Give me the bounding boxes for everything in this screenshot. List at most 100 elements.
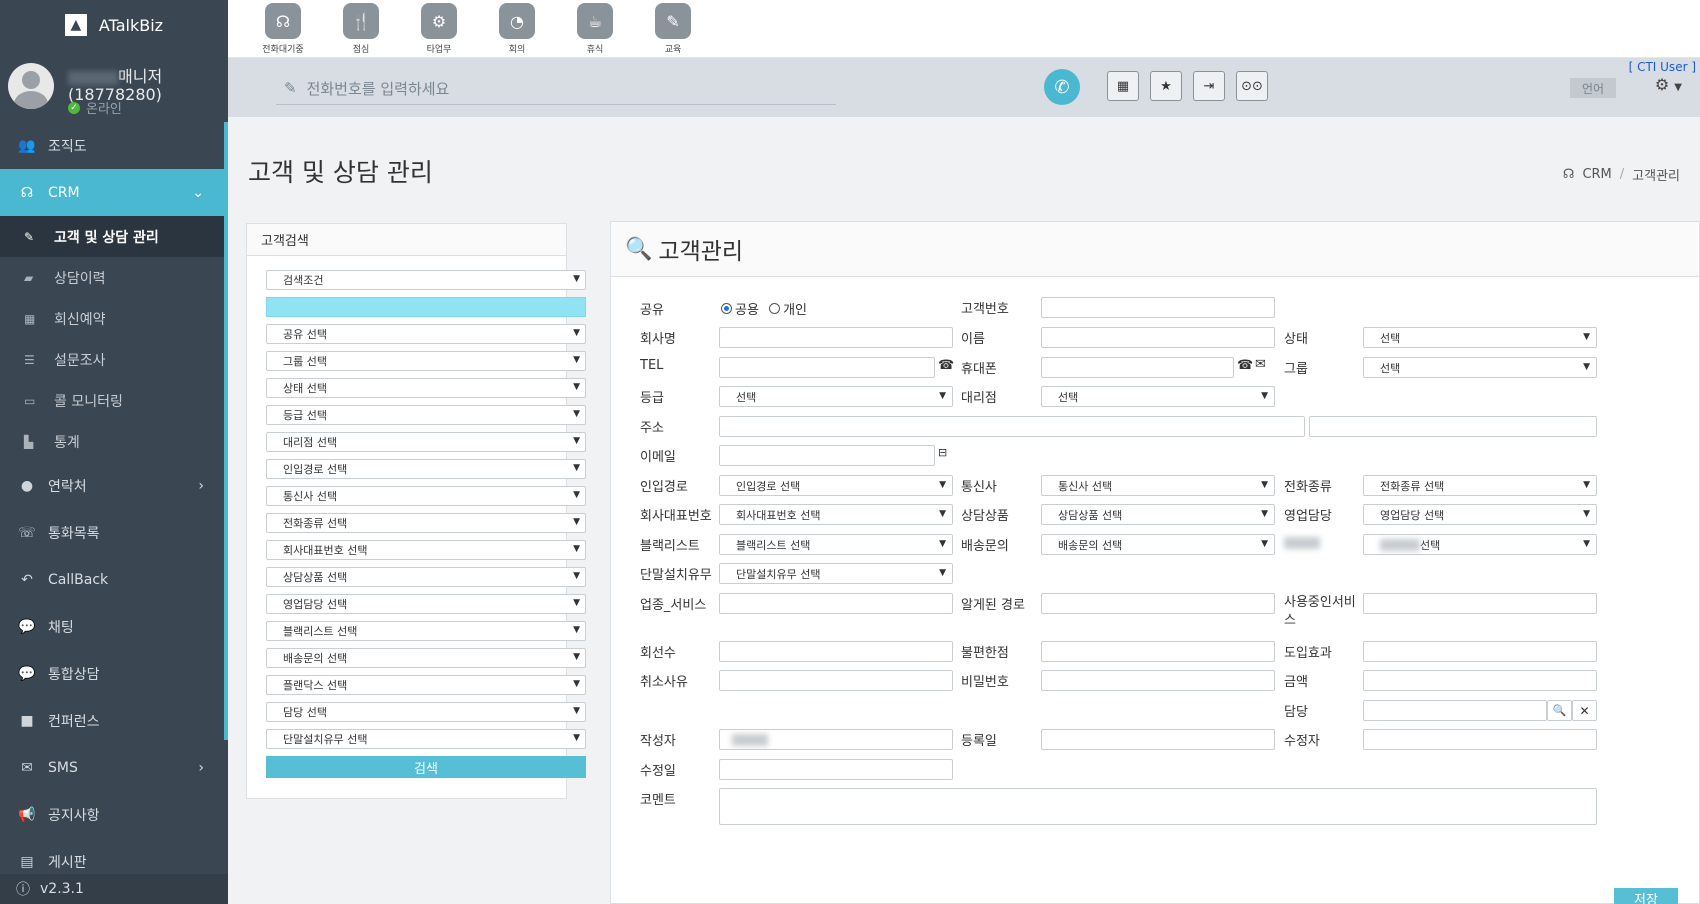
product-filter-select[interactable]: 상담상품 선택 ▼ — [266, 567, 586, 587]
group-select[interactable]: 선택 ▼ — [1363, 357, 1597, 378]
search-button[interactable]: 검색 — [266, 756, 586, 778]
sub-statistics[interactable]: ▙ 통계 — [0, 421, 224, 462]
inconvenience-input[interactable] — [1041, 641, 1275, 662]
nav-sms[interactable]: ✉ SMS › — [0, 744, 224, 791]
carrier-filter-select[interactable]: 통신사 선택 ▼ — [266, 486, 586, 506]
mod-date-input[interactable] — [719, 759, 953, 780]
carrier-select[interactable]: 통신사 선택 ▼ — [1041, 475, 1275, 496]
nav-crm[interactable]: ☊ CRM ⌄ — [0, 169, 224, 216]
cti-user-link[interactable]: [ CTI User ] — [1629, 60, 1696, 74]
company-rep-select[interactable]: 회사대표번호 선택 ▼ — [719, 504, 953, 525]
status-training-button[interactable]: ✎ 교육 — [634, 0, 712, 57]
known-route-input[interactable] — [1041, 593, 1275, 614]
inbox-icon[interactable]: ⊟ — [938, 446, 947, 459]
status-break-button[interactable]: ☕ 휴식 — [556, 0, 634, 57]
manager-filter-select[interactable]: 담당 선택 ▼ — [266, 702, 586, 722]
terminal-select[interactable]: 단말설치유무 선택 ▼ — [719, 563, 953, 584]
company-input[interactable] — [719, 327, 953, 348]
status-lunch-button[interactable]: 🍴 점심 — [322, 0, 400, 57]
phone-number-input[interactable]: ✎ 전화번호를 입력하세요 — [276, 72, 836, 105]
service-in-use-input[interactable] — [1363, 593, 1597, 614]
nav-chat[interactable]: 💬 채팅 — [0, 603, 224, 650]
blacklist-select[interactable]: 블랙리스트 선택 ▼ — [719, 534, 953, 555]
product-select[interactable]: 상담상품 선택 ▼ — [1041, 504, 1275, 525]
manager-search-button[interactable]: 🔍 — [1547, 700, 1572, 721]
sub-call-monitoring[interactable]: ▭ 콜 모니터링 — [0, 380, 224, 421]
share-private-radio[interactable]: 개인 — [769, 299, 807, 318]
sub-callback-reservation[interactable]: ▦ 회신예약 — [0, 298, 224, 339]
customer-no-input[interactable] — [1041, 297, 1275, 318]
tel-input[interactable] — [719, 357, 935, 378]
sub-consult-history[interactable]: ▰ 상담이력 — [0, 257, 224, 298]
manager-input[interactable] — [1363, 700, 1547, 721]
agency-select[interactable]: 선택 ▼ — [1041, 386, 1275, 407]
modifier-input[interactable] — [1363, 729, 1597, 750]
envelope-icon[interactable]: ✉ — [1255, 357, 1266, 372]
grade-filter-select[interactable]: 등급 선택 ▼ — [266, 405, 586, 425]
address-detail-input[interactable] — [1309, 416, 1597, 437]
favorite-button[interactable]: ★ — [1150, 71, 1182, 101]
share-public-radio[interactable]: 공용 — [721, 299, 759, 318]
transfer-button[interactable]: ⇥ — [1193, 71, 1225, 101]
amount-input[interactable] — [1363, 670, 1597, 691]
plandocs-filter-select[interactable]: 플랜닥스 선택 ▼ — [266, 675, 586, 695]
phone-icon[interactable]: ☎ — [1237, 358, 1253, 373]
effect-input[interactable] — [1363, 641, 1597, 662]
cancel-reason-input[interactable] — [719, 670, 953, 691]
call-button[interactable]: ✆ — [1044, 69, 1080, 105]
nav-contacts[interactable]: ● 연락처 › — [0, 462, 224, 509]
phone-icon[interactable]: ☎ — [938, 358, 954, 373]
phone-type-select[interactable]: 전화종류 선택 ▼ — [1363, 475, 1597, 496]
password-input[interactable] — [1041, 670, 1275, 691]
delivery-filter-select[interactable]: 배송문의 선택 ▼ — [266, 648, 586, 668]
settings-menu[interactable]: ⚙ ▼ — [1655, 75, 1682, 94]
redacted-select[interactable]: 선택 ▼ — [1363, 534, 1597, 555]
reg-date-input[interactable] — [1041, 729, 1275, 750]
group-filter-select[interactable]: 그룹 선택 ▼ — [266, 351, 586, 371]
sub-survey[interactable]: ☰ 설문조사 — [0, 339, 224, 380]
address-input[interactable] — [719, 416, 1305, 437]
email-input[interactable] — [719, 445, 935, 466]
sales-filter-select[interactable]: 영업담당 선택 ▼ — [266, 594, 586, 614]
agency-filter-select[interactable]: 대리점 선택 ▼ — [266, 432, 586, 452]
search-condition-select[interactable]: 검색조건 ▼ — [266, 270, 586, 290]
lines-input[interactable] — [719, 641, 953, 662]
status-other-work-button[interactable]: ⚙ 타업무 — [400, 0, 478, 57]
inbound-select[interactable]: 인입경로 선택 ▼ — [719, 475, 953, 496]
inbound-filter-select[interactable]: 인입경로 선택 ▼ — [266, 459, 586, 479]
phone-type-filter-select[interactable]: 전화종류 선택 ▼ — [266, 513, 586, 533]
manager-clear-button[interactable]: ✕ — [1572, 700, 1597, 721]
grade-select[interactable]: 선택 ▼ — [719, 386, 953, 407]
nav-org-chart[interactable]: 👥 조직도 — [0, 122, 224, 169]
language-button[interactable]: 언어 — [1570, 78, 1616, 98]
status-filter-select[interactable]: 상태 선택 ▼ — [266, 378, 586, 398]
nav-integrated-consult[interactable]: 💬 통합상담 — [0, 650, 224, 697]
mobile-input[interactable] — [1041, 357, 1234, 378]
status-waiting-button[interactable]: ☊ 전화대기중 — [244, 0, 322, 57]
sub-customer-management[interactable]: ✎ 고객 및 상담 관리 — [0, 216, 224, 257]
nav-callback[interactable]: ↶ CallBack — [0, 556, 224, 603]
company-rep-filter-select[interactable]: 회사대표번호 선택 ▼ — [266, 540, 586, 560]
share-filter-select[interactable]: 공유 선택 ▼ — [266, 324, 586, 344]
sales-select[interactable]: 영업담당 선택 ▼ — [1363, 504, 1597, 525]
search-keyword-input[interactable] — [266, 297, 586, 317]
status-meeting-button[interactable]: ◔ 회의 — [478, 0, 556, 57]
writer-input[interactable] — [719, 729, 953, 750]
industry-input[interactable] — [719, 593, 953, 614]
label-phone-type: 전화종류 — [1284, 480, 1332, 495]
status-select[interactable]: 선택 ▼ — [1363, 327, 1597, 348]
save-button[interactable]: 저장 — [1614, 888, 1678, 904]
terminal-filter-select[interactable]: 단말설치유무 선택 ▼ — [266, 729, 586, 749]
blacklist-filter-select[interactable]: 블랙리스트 선택 ▼ — [266, 621, 586, 641]
nav-notice[interactable]: 📢 공지사항 — [0, 791, 224, 838]
name-input[interactable] — [1041, 327, 1275, 348]
app-logo[interactable]: ▲ ATalkBiz — [0, 0, 228, 50]
nav-conference[interactable]: ■ 컨퍼런스 — [0, 697, 224, 744]
breadcrumb-crm[interactable]: CRM — [1582, 167, 1611, 182]
chevron-down-icon: ▼ — [939, 509, 946, 519]
comment-textarea[interactable] — [719, 788, 1597, 825]
nav-call-list[interactable]: ☏ 통화목록 — [0, 509, 224, 556]
keypad-button[interactable]: ▦ — [1107, 71, 1139, 101]
delivery-select[interactable]: 배송문의 선택 ▼ — [1041, 534, 1275, 555]
voicemail-button[interactable]: ⊙⊙ — [1236, 71, 1268, 101]
